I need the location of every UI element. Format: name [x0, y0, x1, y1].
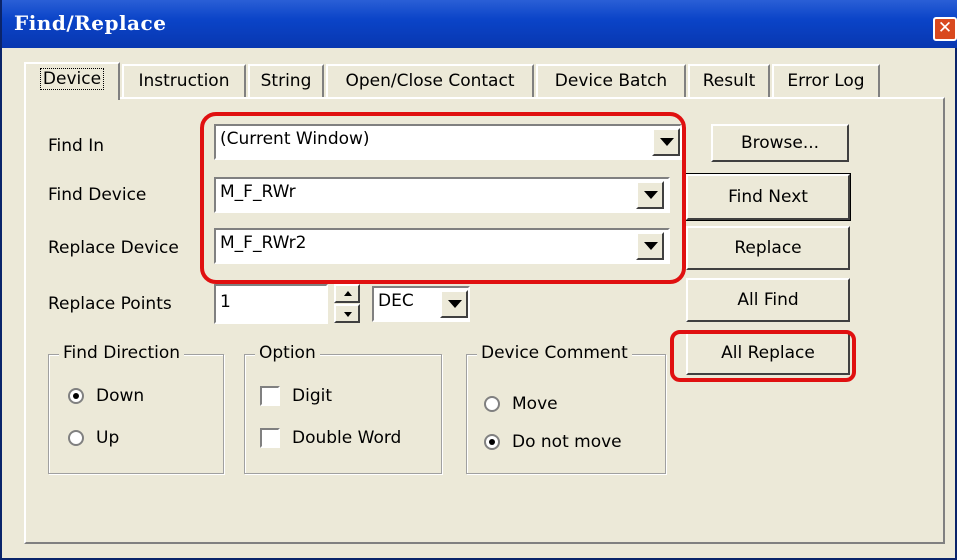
highlight-annotation-fields [200, 112, 686, 284]
tab-instruction[interactable]: Instruction [122, 64, 246, 97]
radix-dropdown-button[interactable] [440, 290, 468, 318]
comment-do-not-move-radio[interactable] [484, 434, 500, 450]
spin-down-button[interactable] [334, 304, 360, 323]
tab-string[interactable]: String [248, 64, 324, 97]
find-direction-group: Find Direction [48, 343, 224, 474]
all-find-button[interactable]: All Find [686, 278, 850, 322]
find-replace-dialog: Find/Replace ✕ Device Instruction String… [0, 0, 957, 560]
arrow-up-icon [344, 291, 352, 296]
replace-button[interactable]: Replace [686, 226, 850, 270]
replace-device-label: Replace Device [48, 238, 179, 258]
comment-move-label[interactable]: Move [512, 394, 558, 414]
browse-button-label: Browse... [740, 133, 820, 153]
window-title: Find/Replace [14, 11, 167, 35]
double-word-label[interactable]: Double Word [292, 428, 401, 448]
replace-button-label: Replace [734, 238, 802, 258]
find-next-button-label: Find Next [728, 187, 808, 207]
tab-device[interactable]: Device [24, 62, 120, 100]
tab-label: Instruction [138, 71, 230, 91]
replace-points-value: 1 [220, 292, 231, 312]
direction-down-radio[interactable] [68, 388, 84, 404]
spin-up-button[interactable] [334, 284, 360, 303]
device-comment-group: Device Comment [466, 343, 666, 474]
radix-select[interactable]: DEC [372, 286, 470, 322]
find-in-label: Find In [48, 136, 105, 156]
double-word-checkbox[interactable] [260, 428, 280, 448]
find-direction-title: Find Direction [59, 343, 185, 363]
option-title: Option [255, 343, 320, 363]
find-next-button[interactable]: Find Next [685, 173, 851, 221]
direction-up-label[interactable]: Up [96, 428, 119, 448]
tab-error-log[interactable]: Error Log [772, 64, 880, 97]
tab-open-close-contact[interactable]: Open/Close Contact [326, 64, 534, 97]
replace-points-spinner[interactable] [334, 284, 360, 324]
tab-label: Error Log [787, 71, 865, 91]
title-bar[interactable]: Find/Replace ✕ [2, 0, 957, 48]
comment-do-not-move-label[interactable]: Do not move [512, 432, 622, 452]
browse-button[interactable]: Browse... [711, 124, 849, 162]
comment-move-radio[interactable] [484, 396, 500, 412]
replace-points-input[interactable]: 1 [214, 284, 328, 324]
tab-device-batch[interactable]: Device Batch [536, 64, 686, 97]
tab-label: Device [39, 68, 105, 90]
digit-label[interactable]: Digit [292, 386, 332, 406]
radix-value: DEC [378, 291, 414, 311]
close-icon[interactable]: ✕ [933, 17, 957, 41]
device-comment-title: Device Comment [477, 343, 632, 363]
direction-up-radio[interactable] [68, 430, 84, 446]
option-group: Option [244, 343, 442, 474]
digit-checkbox[interactable] [260, 386, 280, 406]
tab-label: Result [702, 71, 756, 91]
tab-label: Open/Close Contact [345, 71, 515, 91]
tab-result[interactable]: Result [688, 64, 770, 97]
highlight-annotation-all-replace [670, 330, 856, 382]
tab-label: Device Batch [554, 71, 668, 91]
tab-label: String [260, 71, 312, 91]
all-find-button-label: All Find [737, 290, 799, 310]
direction-down-label[interactable]: Down [96, 386, 144, 406]
replace-points-label: Replace Points [48, 294, 172, 314]
find-device-label: Find Device [48, 185, 147, 205]
arrow-down-icon [344, 312, 352, 317]
chevron-down-icon [448, 300, 462, 308]
